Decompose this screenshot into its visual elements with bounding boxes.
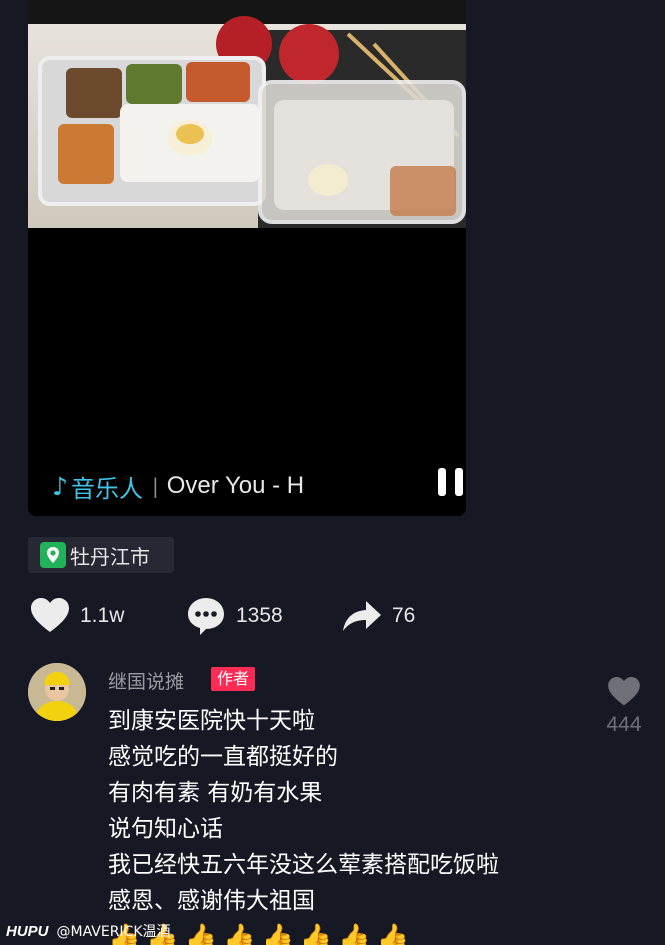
comment-body: 到康安医院快十天啦 感觉吃的一直都挺好的 有肉有素 有奶有水果 说句知心话 我已…: [108, 703, 608, 945]
thumbs-up-icon: 👍: [299, 923, 333, 945]
thumbs-up-icon: 👍: [261, 923, 294, 945]
like-button[interactable]: 1.1w: [30, 594, 124, 638]
watermark: HUPU @MAVERICK温酒: [0, 917, 200, 945]
share-arrow-icon: [343, 601, 381, 631]
comment-line: 说句知心话: [108, 816, 223, 842]
comment-line: 到康安医院快十天啦: [108, 708, 315, 734]
avatar-image: [28, 663, 86, 721]
comment-bubble-icon: [188, 598, 224, 635]
comment-author[interactable]: 继国说摊: [108, 667, 184, 694]
music-separator: |: [151, 474, 159, 498]
comment-line: 感觉吃的一直都挺好的: [108, 744, 338, 770]
video-frame-image: [28, 0, 466, 228]
watermark-brand: HUPU: [6, 922, 49, 940]
share-count: 76: [392, 604, 416, 627]
avatar[interactable]: [28, 663, 86, 721]
thumbs-up-icon: 👍: [223, 923, 256, 945]
watermark-user: @MAVERICK温酒: [56, 924, 171, 940]
comment-line: 感恩、感谢伟大祖国: [108, 888, 315, 914]
comment-line: 我已经快五六年没这么荤素搭配吃饭啦: [108, 852, 499, 878]
music-note-icon: ♪: [52, 471, 68, 501]
song-title[interactable]: Over You - H: [167, 472, 319, 500]
share-button[interactable]: 76: [342, 594, 415, 638]
pause-icon[interactable]: [438, 468, 466, 498]
comment-line: 有肉有素 有奶有水果: [108, 780, 323, 806]
thumbs-up-icon: 👍: [338, 923, 371, 945]
comment-like-button[interactable]: 444: [598, 677, 650, 737]
heart-icon: [31, 598, 69, 632]
comment-like-count: 444: [606, 713, 642, 736]
comment-button[interactable]: 1358: [186, 594, 283, 638]
location-tag[interactable]: 牡丹江市: [28, 537, 174, 573]
heart-icon: [608, 677, 640, 706]
author-badge: 作者: [211, 667, 256, 691]
thumbs-up-icon: 👍: [376, 923, 409, 945]
action-row: 1.1w 1358 76: [30, 594, 450, 638]
video-player[interactable]: ♪ 音乐人 | Over You - H: [28, 0, 466, 516]
like-count: 1.1w: [80, 604, 125, 627]
music-bar[interactable]: ♪ 音乐人 | Over You - H: [52, 466, 319, 506]
comment-count: 1358: [236, 604, 283, 627]
location-pin-icon: [40, 542, 66, 568]
location-name: 牡丹江市: [70, 544, 150, 569]
music-label: 音乐人: [70, 474, 143, 503]
